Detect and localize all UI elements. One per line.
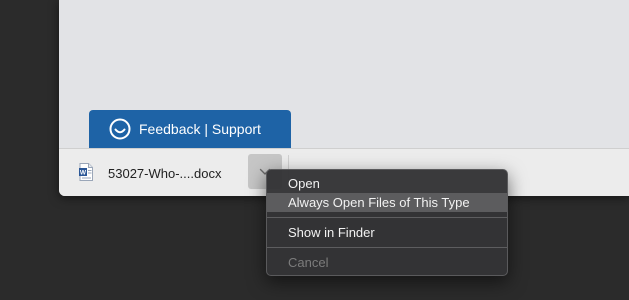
menu-separator xyxy=(267,217,507,218)
svg-text:W: W xyxy=(80,170,87,177)
feedback-smile-icon xyxy=(109,118,131,140)
download-file-name: 53027-Who-....docx xyxy=(108,166,222,181)
menu-item-open[interactable]: Open xyxy=(267,174,507,193)
menu-separator xyxy=(267,247,507,248)
word-document-icon: W xyxy=(79,163,93,181)
feedback-support-label: Feedback | Support xyxy=(139,121,261,137)
download-context-menu: Open Always Open Files of This Type Show… xyxy=(266,169,508,276)
feedback-support-button[interactable]: Feedback | Support xyxy=(89,110,291,148)
download-item[interactable]: W 53027-Who-....docx xyxy=(59,149,288,196)
desktop-background: Feedback | Support W 53027-Who-....docx … xyxy=(0,0,629,300)
menu-item-always-open[interactable]: Always Open Files of This Type xyxy=(267,193,507,212)
page-content-area: Feedback | Support xyxy=(59,0,629,148)
menu-item-cancel: Cancel xyxy=(288,255,329,270)
menu-item-show-in-finder[interactable]: Show in Finder xyxy=(267,223,507,242)
browser-window: Feedback | Support W 53027-Who-....docx xyxy=(59,0,629,196)
